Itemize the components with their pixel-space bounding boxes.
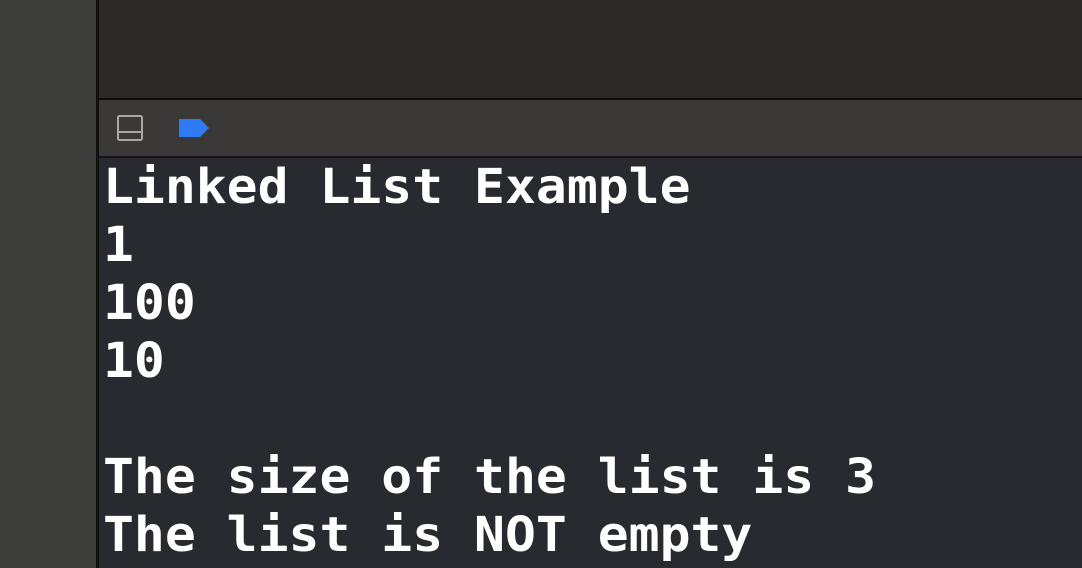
console-line: 1 — [103, 217, 134, 273]
console-output[interactable]: Linked List Example 1 100 10 The size of… — [99, 158, 1082, 568]
breakpoint-icon — [179, 119, 209, 137]
console-line: 10 — [103, 333, 165, 389]
breakpoints-toggle-button[interactable] — [177, 117, 211, 139]
console-line: The size of the list is 3 — [103, 449, 877, 505]
hide-debug-area-icon — [117, 115, 143, 141]
console-line: The list is NOT empty — [103, 507, 753, 563]
console-line: 100 — [103, 275, 196, 331]
xcode-window: Linked List Example 1 100 10 The size of… — [0, 0, 1082, 568]
source-editor-area[interactable] — [99, 0, 1082, 98]
debug-bar — [99, 100, 1082, 156]
hide-debug-area-button[interactable] — [117, 115, 143, 141]
navigator-panel — [0, 0, 96, 568]
console-line: Linked List Example — [103, 159, 691, 215]
